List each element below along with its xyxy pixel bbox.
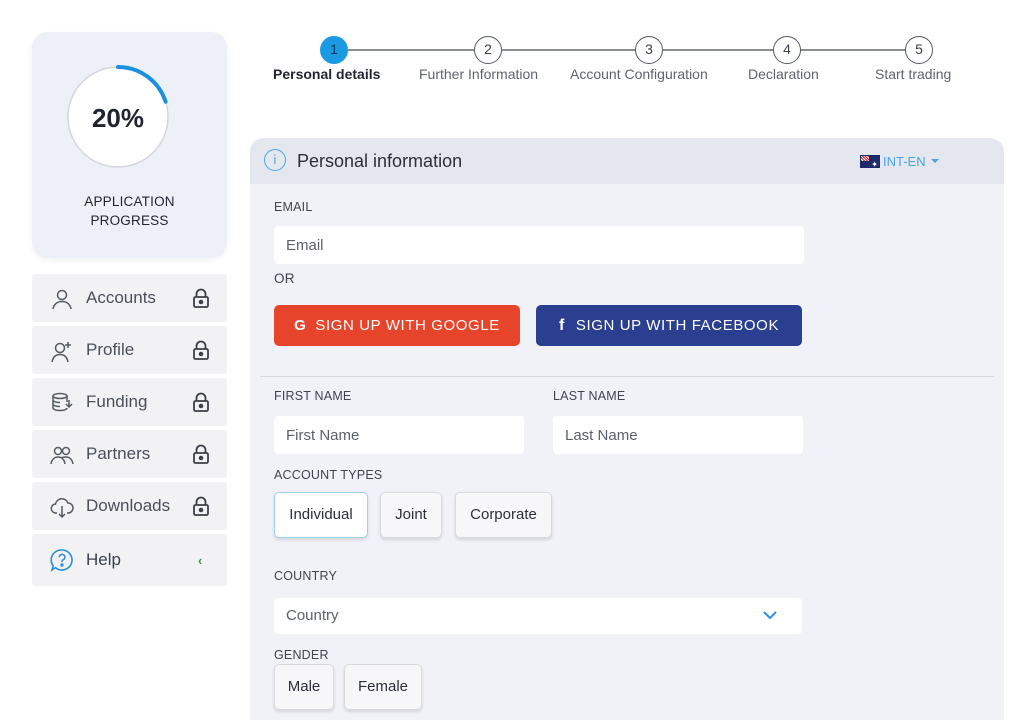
first-name-field[interactable] (274, 416, 524, 454)
sidebar-item-label: Downloads (86, 496, 171, 515)
sidebar-item-label: Accounts (86, 288, 156, 307)
lock-icon (193, 496, 209, 516)
step-connector (801, 49, 905, 51)
sidebar-item-label: Help (86, 550, 121, 569)
account-types-label: ACCOUNT TYPES (274, 468, 383, 482)
country-label: COUNTRY (274, 569, 337, 583)
sidebar-item-accounts[interactable]: Accounts (32, 274, 227, 322)
step-2-label: Further Information (419, 66, 539, 82)
facebook-button-label: SIGN UP WITH FACEBOOK (575, 317, 780, 334)
sidebar-item-label: Partners (86, 444, 151, 463)
chevron-left-icon: ‹ (198, 552, 203, 568)
sidebar-item-label: Funding (86, 392, 148, 411)
last-name-label: LAST NAME (553, 389, 626, 403)
lock-icon (193, 288, 209, 308)
country-select[interactable]: Country (274, 598, 802, 634)
step-5-indicator[interactable]: 5 (905, 36, 933, 64)
gender-male[interactable]: Male (274, 664, 334, 710)
panel-header: i Personal information INT-EN (250, 138, 1004, 184)
flag-icon (860, 154, 880, 169)
step-1-indicator[interactable]: 1 (320, 36, 348, 64)
sidebar-item-downloads[interactable]: Downloads (32, 482, 227, 530)
caret-down-icon (930, 159, 939, 163)
language-code: INT-EN (883, 153, 926, 169)
step-connector (663, 49, 773, 51)
lock-icon (193, 392, 209, 412)
sidebar-item-profile[interactable]: Profile (32, 326, 227, 374)
google-button-label: SIGN UP WITH GOOGLE (315, 317, 500, 334)
panel-title: Personal information (297, 151, 463, 171)
account-type-joint[interactable]: Joint (380, 492, 442, 538)
info-icon: i (264, 149, 286, 171)
user-icon (52, 289, 72, 310)
account-type-individual[interactable]: Individual (274, 492, 368, 538)
sign-up-google-button[interactable]: G SIGN UP WITH GOOGLE (274, 305, 520, 346)
facebook-icon: f (558, 316, 565, 334)
first-name-label: FIRST NAME (274, 389, 352, 403)
step-3-indicator[interactable]: 3 (635, 36, 663, 64)
cloud-download-icon (50, 497, 74, 519)
step-5-label: Start trading (875, 66, 952, 82)
progress-caption-line1: APPLICATION (84, 194, 175, 209)
partners-icon (50, 446, 74, 465)
step-4-indicator[interactable]: 4 (773, 36, 801, 64)
sidebar-item-help[interactable]: Help ‹ (32, 534, 227, 586)
account-type-corporate[interactable]: Corporate (455, 492, 552, 538)
country-select-value: Country (286, 607, 339, 624)
section-divider (260, 376, 994, 377)
progress-caption-line2: PROGRESS (90, 213, 169, 228)
sign-up-facebook-button[interactable]: f SIGN UP WITH FACEBOOK (536, 305, 802, 346)
step-connector (348, 49, 474, 51)
step-connector (502, 49, 635, 51)
sidebar-item-funding[interactable]: Funding (32, 378, 227, 426)
google-icon: G (294, 317, 307, 334)
gender-female[interactable]: Female (344, 664, 422, 710)
sidebar-item-label: Profile (86, 340, 135, 359)
last-name-field[interactable] (553, 416, 803, 454)
sidebar-item-partners[interactable]: Partners (32, 430, 227, 478)
help-icon (50, 549, 73, 572)
user-plus-icon (51, 342, 71, 363)
step-2-indicator[interactable]: 2 (474, 36, 502, 64)
lock-icon (193, 340, 209, 360)
application-progress-card: 20% APPLICATION PROGRESS (32, 32, 227, 258)
chevron-down-icon (763, 611, 777, 620)
personal-information-panel: i Personal information INT-EN EMAIL OR G… (250, 138, 1004, 720)
email-field[interactable] (274, 226, 804, 264)
coins-icon (52, 392, 73, 412)
step-4-label: Declaration (748, 66, 819, 82)
lock-icon (193, 444, 209, 464)
gender-label: GENDER (274, 648, 329, 662)
sidebar-nav: Accounts Profile Funding Partners Downlo… (32, 274, 227, 590)
step-1-label: Personal details (273, 66, 381, 82)
or-separator: OR (274, 271, 295, 286)
email-label: EMAIL (274, 200, 313, 214)
progress-percentage: 20% (91, 103, 145, 133)
signup-stepper: 1 2 3 4 5 Personal details Further Infor… (260, 34, 980, 94)
language-selector[interactable]: INT-EN (860, 153, 939, 169)
step-3-label: Account Configuration (570, 66, 708, 82)
